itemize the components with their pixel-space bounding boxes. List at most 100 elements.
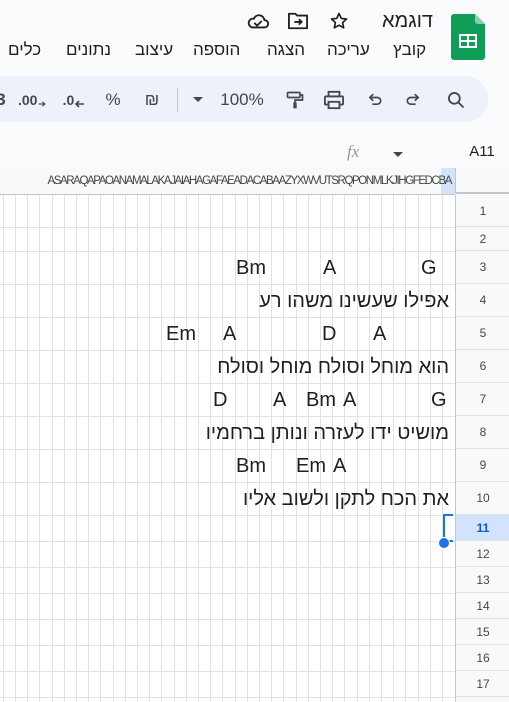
cell-chord[interactable]: D [322,322,336,346]
increase-decimal-button[interactable]: .00 [18,88,46,112]
cell-chord[interactable]: A [273,388,286,412]
row-gridline [0,227,455,228]
column-gridline [137,194,138,702]
more-formats-button[interactable]: 3 [0,88,8,112]
zoom-select[interactable]: 100% [217,88,267,112]
column-gridline [271,194,272,702]
row-header-3[interactable]: 3 [456,251,509,284]
column-header-strip[interactable]: ASARAQAPAOANAMALAKAJAIAHAGAFAEADACABAAZY… [0,168,455,195]
cell-chord[interactable]: Em [166,322,196,346]
cell-chord[interactable]: A [343,388,356,412]
row-header-strip[interactable]: 1 2 3 4 5 6 7 8 9 10 11 12 13 14 15 16 1… [455,195,509,702]
decrease-decimal-button[interactable]: .0 [62,88,86,112]
row-header-8[interactable]: 8 [456,416,509,449]
column-gridline [222,194,223,702]
row-gridline [0,284,455,285]
cell-chord[interactable]: Bm [236,454,266,478]
row-gridline [0,416,455,417]
row-gridline [0,671,455,672]
column-gridline [27,194,28,702]
row-header-12[interactable]: 12 [456,541,509,567]
cell-chord[interactable]: A [373,322,386,346]
column-gridline [283,194,284,702]
cell-chord[interactable]: D [213,388,227,412]
column-gridline [344,194,345,702]
document-title[interactable]: דוגמא [382,8,433,34]
row-header-5[interactable]: 5 [456,317,509,350]
cell-lyric[interactable]: את הכח לתקן ולשוב אליו [243,487,449,511]
row-header-13[interactable]: 13 [456,567,509,593]
percent-format-button[interactable]: % [103,88,123,112]
cell-chord[interactable]: A [323,256,336,280]
cell-chord[interactable]: Bm [236,256,266,280]
cell-chord[interactable]: A [223,322,236,346]
row-header-11[interactable]: 11 [456,515,509,541]
sheets-logo[interactable] [451,14,485,60]
column-gridline [393,194,394,702]
row-header-17[interactable]: 17 [456,671,509,697]
cell-lyric[interactable]: מושיט ידו לעזרה ונותן ברחמיו [206,421,449,445]
row-header-1[interactable]: 1 [456,195,509,227]
row-header-16[interactable]: 16 [456,645,509,671]
select-all-corner[interactable] [455,168,509,194]
undo-icon[interactable] [402,88,426,112]
column-gridline [125,194,126,702]
menu-edit[interactable]: עריכה [327,40,370,60]
row-header-9[interactable]: 9 [456,449,509,482]
row-gridline [0,619,455,620]
row-header-14[interactable]: 14 [456,593,509,619]
column-gridline [308,194,309,702]
move-to-folder-icon[interactable] [286,10,310,32]
row-gridline [0,482,455,483]
column-gridline [198,194,199,702]
cell-chord[interactable]: Em [296,454,326,478]
currency-format-button[interactable]: ₪ [142,88,162,112]
search-menus-icon[interactable] [444,88,468,112]
column-gridline [100,194,101,702]
menu-format[interactable]: עיצוב [135,40,173,60]
cell-chord[interactable]: Bm [306,388,336,412]
menu-insert[interactable]: הוספה [193,40,240,60]
cell-chord[interactable]: G [431,388,447,412]
column-gridline [369,194,370,702]
menu-tools[interactable]: כלים [8,40,41,60]
column-gridline [161,194,162,702]
name-box[interactable]: A11 [455,140,509,164]
zoom-dropdown-icon[interactable] [190,88,206,112]
row-gridline [0,515,455,516]
cell-chord[interactable]: G [421,256,437,280]
name-box-dropdown-icon[interactable] [392,146,404,164]
row-gridline [0,449,455,450]
arrow-right-icon [39,101,46,107]
paint-format-icon[interactable] [283,88,307,112]
print-icon[interactable] [322,88,346,112]
column-gridline [64,194,65,702]
row-header-4[interactable]: 4 [456,284,509,317]
cell-lyric[interactable]: הוא מוחל וסולח מוחל וסולח [217,355,449,379]
increase-decimal-label: .00 [18,92,38,108]
cloud-saved-icon[interactable] [246,10,270,32]
menu-view[interactable]: הצגה [267,40,305,60]
row-header-7[interactable]: 7 [456,383,509,416]
row-header-2[interactable]: 2 [456,227,509,251]
row-header-6[interactable]: 6 [456,350,509,383]
column-gridline [320,194,321,702]
column-gridline [418,194,419,702]
menu-file[interactable]: קובץ [393,40,426,60]
column-gridline [39,194,40,702]
column-gridline [442,194,443,702]
cell-lyric[interactable]: אפילו שעשינו משהו רע [259,289,449,313]
menu-data[interactable]: נתונים [66,40,111,60]
row-header-15[interactable]: 15 [456,619,509,645]
column-gridline [15,194,16,702]
fill-handle[interactable] [438,537,450,549]
column-gridline [76,194,77,702]
star-icon[interactable] [327,10,351,32]
row-gridline [0,350,455,351]
column-letters[interactable]: ASARAQAPAOANAMALAKAJAIAHAGAFAEADACABAAZY… [47,175,452,187]
redo-icon[interactable] [362,88,386,112]
column-gridline [149,194,150,702]
row-header-10[interactable]: 10 [456,482,509,515]
cell-chord[interactable]: A [333,454,346,478]
row-gridline [0,317,455,318]
